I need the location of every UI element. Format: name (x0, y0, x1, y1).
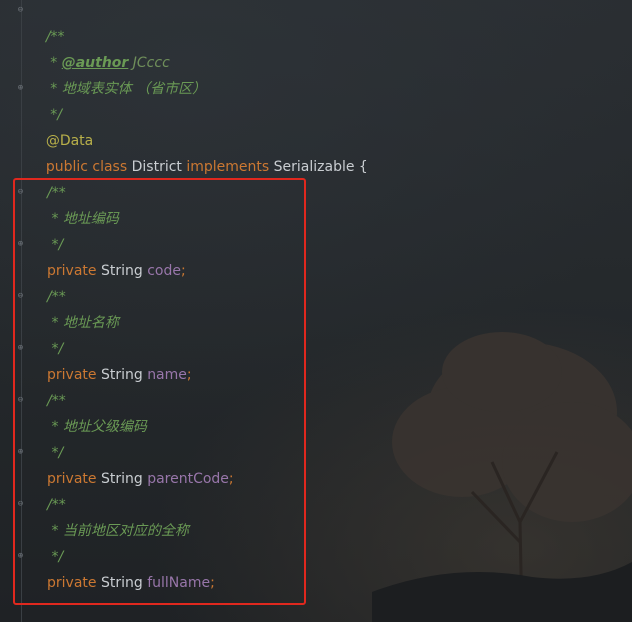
code-line: */ (28, 76, 62, 123)
open-brace: { (358, 159, 368, 175)
fold-marker-icon[interactable]: ⊕ (16, 84, 25, 93)
keyword-class: class (92, 159, 128, 175)
class-declaration: public class District implements Seriali… (28, 128, 368, 175)
class-name: District (131, 159, 182, 175)
comment-description: * 地域表实体 （省市区） (45, 81, 207, 97)
code-line: @Data (28, 102, 93, 149)
code-line: * @author JCccc (28, 24, 170, 71)
interface-name: Serializable (273, 159, 355, 175)
background-tree-image (372, 332, 632, 622)
code-line: * 地域表实体 （省市区） (28, 50, 206, 97)
highlight-box (13, 178, 306, 605)
code-line: /** (28, 0, 65, 45)
fold-marker-icon[interactable]: ⊖ (16, 6, 25, 15)
keyword-implements: implements (186, 159, 270, 175)
keyword-public: public (45, 159, 88, 175)
